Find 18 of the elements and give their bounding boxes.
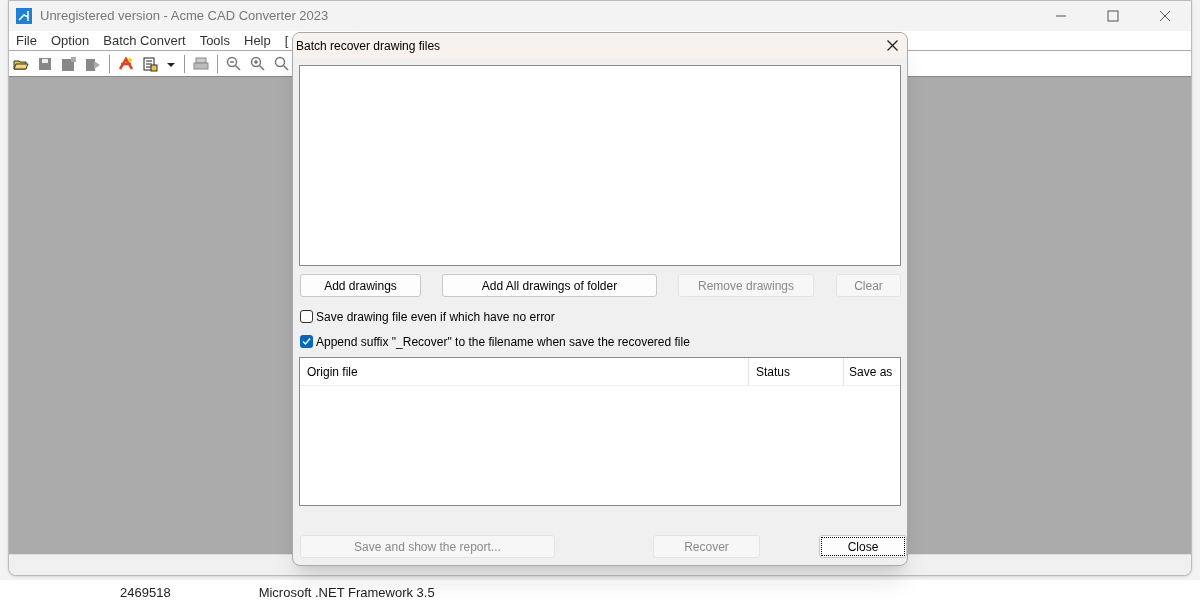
menu-item[interactable]: Option — [43, 30, 97, 51]
window-title: Unregistered version - Acme CAD Converter 2023 — [40, 7, 329, 26]
dialog-title: Batch recover drawing files — [296, 37, 441, 55]
table-cell: 2469518 — [120, 586, 171, 600]
menu-item[interactable]: Batch Convert — [96, 30, 193, 51]
menu-item[interactable]: File — [9, 30, 44, 51]
checkbox-label[interactable]: Save drawing file even if which have no error — [316, 307, 555, 326]
menu-item[interactable]: [ — [277, 30, 296, 51]
table-cell: Microsoft .NET Framework 3.5 — [258, 586, 435, 600]
column-header[interactable]: Status — [749, 358, 844, 386]
menu-item[interactable]: Tools — [192, 30, 237, 51]
menu-item[interactable]: Help — [237, 30, 278, 51]
column-header[interactable]: Save as — [844, 358, 900, 386]
column-header[interactable]: Origin file — [300, 358, 749, 386]
button[interactable]: Add All drawings of folder — [442, 274, 657, 297]
checkbox-label[interactable]: Append suffix "_Recover" to the filename when save the recovered file — [316, 332, 690, 351]
button[interactable]: Add drawings — [300, 274, 421, 297]
button[interactable]: Close — [819, 535, 907, 558]
